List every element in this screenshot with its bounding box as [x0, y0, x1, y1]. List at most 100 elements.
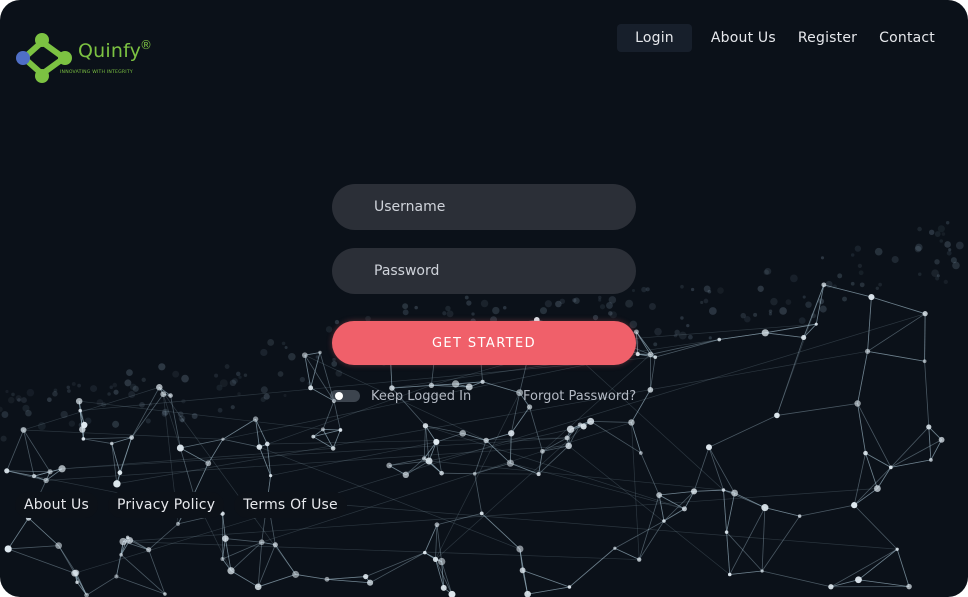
- footer-privacy-policy[interactable]: Privacy Policy: [107, 492, 225, 518]
- network-link: [326, 578, 371, 584]
- network-long-link: [267, 498, 898, 550]
- network-link: [423, 441, 437, 459]
- network-long-link: [776, 284, 825, 416]
- username-input[interactable]: [332, 184, 636, 230]
- network-node: [402, 471, 410, 479]
- network-node: [854, 400, 861, 407]
- network-haze-dot: [850, 281, 855, 286]
- forgot-password-link[interactable]: Forgot Password?: [523, 389, 636, 404]
- network-link: [527, 586, 570, 595]
- network-node: [330, 446, 336, 451]
- network-haze-dot: [768, 312, 773, 316]
- network-haze-dot: [934, 259, 940, 265]
- network-node: [565, 442, 572, 450]
- network-node: [814, 322, 818, 326]
- network-link: [857, 351, 868, 404]
- network-node: [567, 585, 572, 589]
- network-node: [4, 468, 10, 474]
- network-link: [799, 504, 855, 517]
- password-input[interactable]: [332, 248, 636, 294]
- network-link: [815, 284, 825, 325]
- get-started-button[interactable]: GET STARTED: [332, 321, 636, 365]
- network-haze-dot: [708, 336, 712, 340]
- network-haze-dot: [214, 373, 219, 378]
- network-long-link: [435, 392, 520, 560]
- network-node: [254, 583, 262, 591]
- network-link: [529, 406, 543, 452]
- network-node: [113, 480, 121, 488]
- network-link: [86, 576, 117, 596]
- network-haze-dot: [158, 363, 166, 371]
- network-node: [176, 521, 180, 526]
- network-node: [386, 462, 392, 469]
- keep-logged-in-toggle[interactable]: [330, 390, 360, 402]
- brand-tagline: INNOVATING WITH INTEGRITY: [60, 70, 133, 75]
- network-link: [119, 437, 133, 473]
- network-haze-dot: [654, 327, 662, 336]
- network-haze-dot: [230, 405, 235, 410]
- network-node: [58, 465, 66, 473]
- nav-about-us[interactable]: About Us: [702, 24, 785, 52]
- footer-about-us[interactable]: About Us: [15, 492, 98, 518]
- nav-contact[interactable]: Contact: [870, 24, 944, 52]
- network-node: [258, 539, 265, 546]
- network-node: [774, 412, 780, 419]
- network-node: [536, 472, 541, 477]
- network-node: [705, 444, 712, 451]
- footer-terms-of-use[interactable]: Terms Of Use: [234, 492, 347, 518]
- network-haze-dot: [236, 371, 241, 377]
- network-link: [823, 284, 872, 298]
- network-node: [727, 572, 732, 577]
- top-nav: Login About Us Register Contact: [617, 24, 944, 52]
- network-node: [761, 504, 769, 512]
- network-link: [510, 433, 512, 464]
- network-link: [8, 548, 75, 574]
- network-node: [78, 408, 82, 413]
- network-haze-dot: [0, 406, 3, 412]
- network-node: [156, 384, 163, 391]
- network-link: [111, 437, 132, 444]
- network-haze-dot: [539, 307, 548, 315]
- network-haze-dot: [21, 397, 27, 404]
- network-link: [858, 548, 898, 581]
- network-haze-dot: [17, 398, 21, 402]
- network-haze-dot: [332, 357, 336, 362]
- network-node: [448, 590, 456, 597]
- network-haze-dot: [288, 352, 296, 361]
- network-haze-dot: [753, 312, 758, 317]
- network-haze-dot: [592, 314, 599, 321]
- network-haze-dot: [757, 285, 764, 292]
- network-haze-dot: [952, 261, 960, 270]
- network-node: [433, 438, 440, 446]
- network-link: [924, 313, 926, 362]
- network-node: [366, 579, 374, 586]
- network-haze-dot: [334, 319, 340, 325]
- network-link: [877, 467, 892, 489]
- network-haze-dot: [779, 307, 787, 315]
- network-node: [81, 421, 88, 429]
- network-haze-dot: [802, 295, 806, 299]
- network-node: [506, 459, 514, 467]
- footer-links: About Us Privacy Policy Terms Of Use: [15, 492, 347, 518]
- network-haze-dot: [955, 241, 964, 250]
- toggle-knob: [335, 392, 343, 400]
- network-node: [43, 477, 49, 484]
- network-haze-dot: [928, 229, 935, 236]
- network-haze-dot: [648, 303, 656, 311]
- network-node: [628, 419, 635, 426]
- network-haze-dot: [798, 317, 806, 325]
- network-link: [830, 579, 859, 588]
- network-link: [23, 429, 51, 473]
- nav-register[interactable]: Register: [789, 24, 866, 52]
- network-haze-dot: [260, 348, 268, 357]
- network-haze-dot: [943, 279, 948, 285]
- network-node: [653, 355, 658, 360]
- network-link: [222, 438, 260, 448]
- network-link: [116, 576, 166, 595]
- brand-logo[interactable]: Quinfy ® INNOVATING WITH INTEGRITY: [14, 26, 164, 96]
- network-haze-dot: [217, 407, 223, 413]
- network-haze-dot: [172, 370, 180, 378]
- network-haze-dot: [446, 310, 454, 318]
- nav-login[interactable]: Login: [617, 24, 692, 52]
- network-haze-dot: [854, 245, 862, 252]
